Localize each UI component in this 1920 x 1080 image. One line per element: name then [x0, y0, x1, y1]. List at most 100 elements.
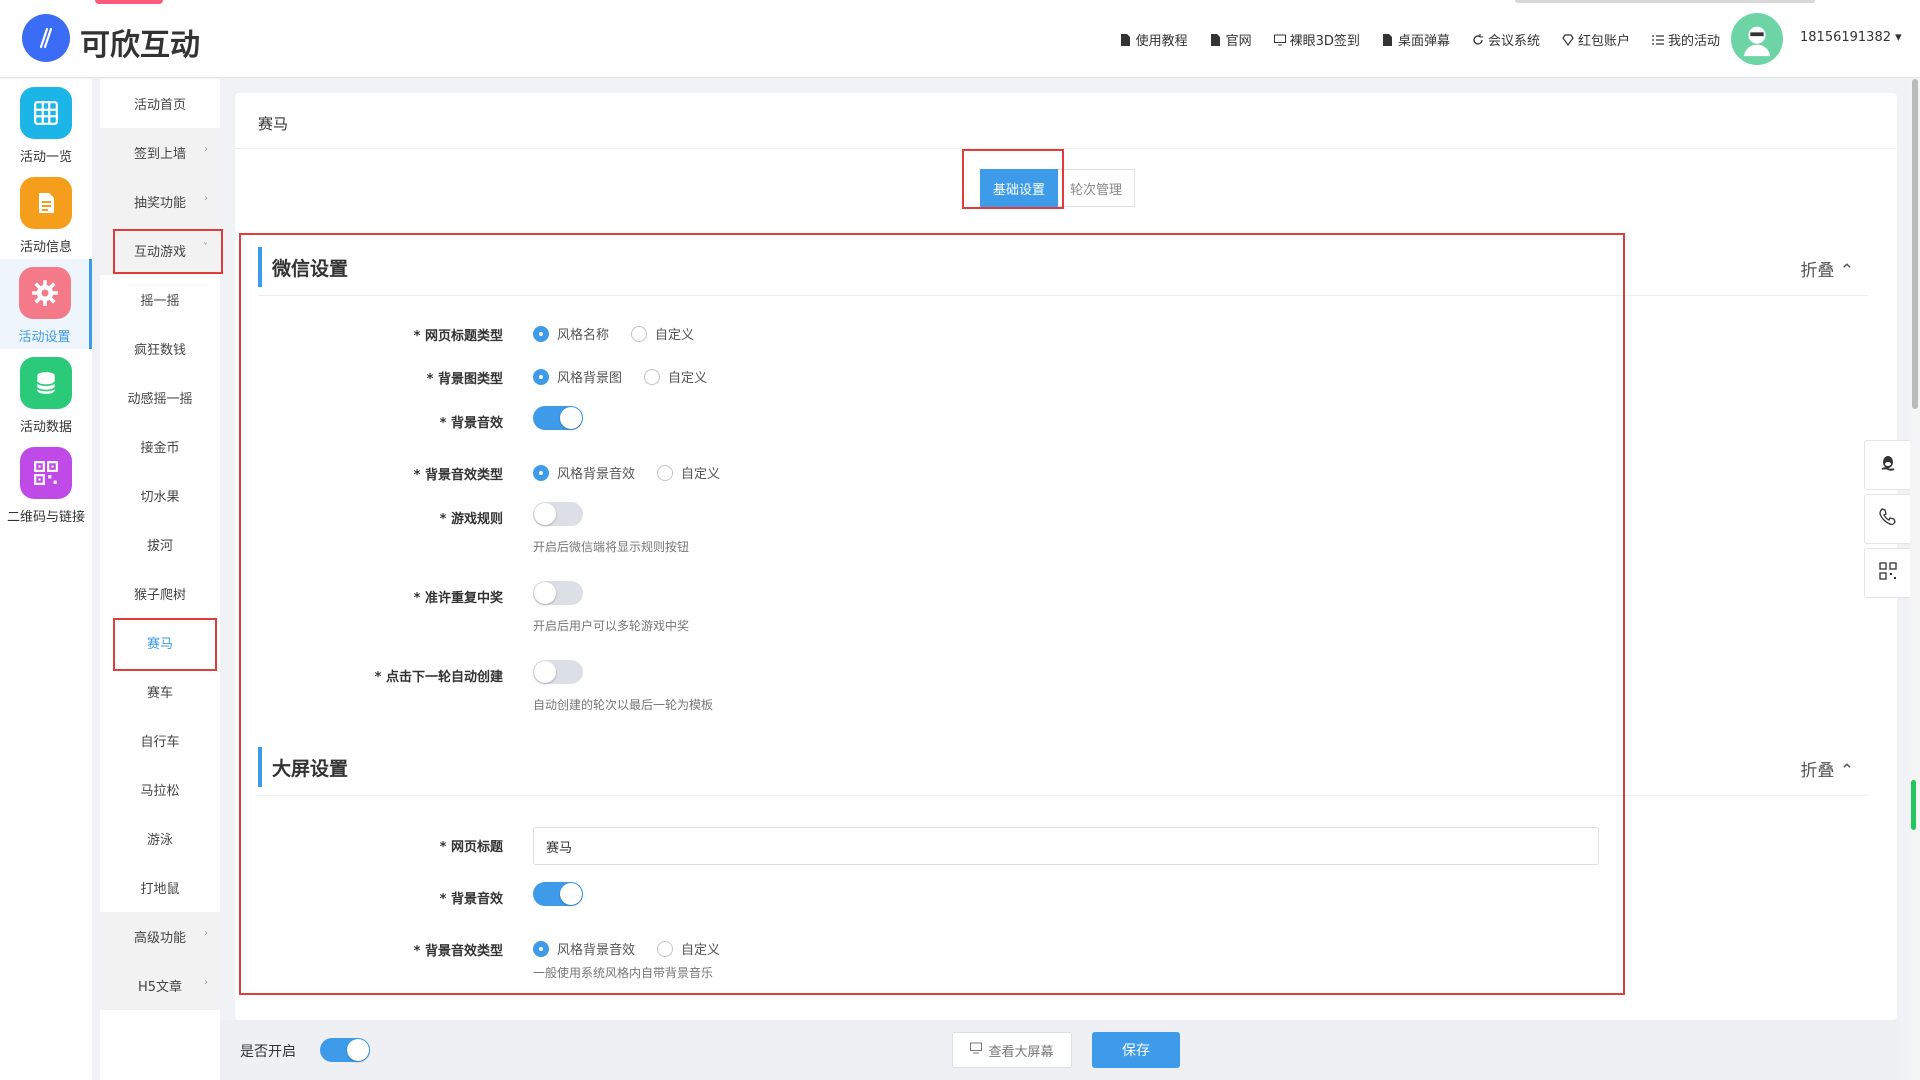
sidebar-label: 二维码与链接	[6, 510, 85, 525]
radio-custom-title[interactable]	[631, 325, 648, 342]
menu-item-dynamic-shake[interactable]: 动感摇一摇	[100, 373, 220, 422]
menu-item-catch-coins[interactable]: 接金币	[100, 422, 220, 471]
nav-redpacket[interactable]: 红包账户	[1562, 30, 1630, 49]
divider	[258, 795, 1868, 796]
username-dropdown[interactable]: 18156191382 ▾	[1800, 30, 1902, 45]
highlight-box-games	[113, 229, 223, 274]
fold-toggle[interactable]: 折叠 ⌃	[1800, 756, 1854, 781]
page-scrollbar[interactable]	[1910, 79, 1920, 1080]
game-rules-toggle[interactable]	[533, 502, 583, 526]
radio-screen-custom-sound[interactable]	[657, 940, 674, 957]
section-title: 微信设置	[272, 258, 349, 280]
screen-bg-sound-toggle[interactable]	[533, 882, 583, 906]
highlight-box-settings	[239, 233, 1625, 995]
radio-style-bg[interactable]	[533, 368, 549, 385]
monitor-icon	[1273, 34, 1286, 46]
menu-label: 摇一摇	[140, 294, 180, 309]
menu-group-signin-wall[interactable]: 签到上墙 ›	[100, 128, 220, 177]
fold-toggle[interactable]: 折叠 ⌃	[1800, 256, 1854, 281]
floating-toolbar	[1864, 440, 1912, 602]
sidebar-label: 活动一览	[19, 150, 72, 165]
menu-item-marathon[interactable]: 马拉松	[100, 765, 220, 814]
menu-group-advanced[interactable]: 高级功能 ›	[100, 912, 220, 961]
chevron-up-icon: ⌃	[1839, 261, 1854, 281]
logo-text[interactable]: 可欣互动	[80, 20, 200, 64]
menu-item-shake[interactable]: 摇一摇	[100, 275, 220, 324]
radio-custom-sound[interactable]	[657, 464, 674, 481]
nav-redpacket-label: 红包账户	[1577, 34, 1630, 49]
field-hint: 自动创建的轮次以最后一轮为模板	[533, 698, 714, 712]
document-icon	[1120, 33, 1131, 46]
refresh-icon	[1472, 33, 1483, 46]
qrcode-button[interactable]	[1864, 548, 1912, 598]
qq-support-button[interactable]	[1864, 440, 1912, 490]
menu-item-activity-home[interactable]: 活动首页	[100, 79, 220, 128]
enable-toggle[interactable]	[320, 1038, 370, 1062]
menu-item-swimming[interactable]: 游泳	[100, 814, 220, 863]
nav-danmaku[interactable]: 桌面弹幕	[1382, 30, 1450, 49]
wechat-settings-header: 微信设置 折叠 ⌃	[258, 247, 1868, 287]
qrcode-icon	[1878, 561, 1898, 585]
menu-label: 赛车	[146, 686, 173, 701]
view-big-screen-button[interactable]: 查看大屏幕	[952, 1032, 1072, 1068]
sidebar-item-activity-info[interactable]: 活动信息	[0, 177, 92, 259]
radio-style-name[interactable]	[533, 325, 549, 342]
radio-style-sound[interactable]	[533, 464, 549, 481]
chevron-up-icon: ⌃	[1839, 761, 1854, 781]
sidebar-item-activity-overview[interactable]: 活动一览	[0, 87, 92, 169]
field-label: * 背景音效	[439, 416, 503, 431]
section-title: 大屏设置	[272, 758, 349, 780]
menu-group-h5-articles[interactable]: H5文章 ›	[100, 961, 220, 1010]
radio-label: 自定义	[655, 328, 695, 343]
fold-label: 折叠	[1800, 761, 1835, 781]
phone-support-button[interactable]	[1864, 494, 1912, 544]
menu-item-bicycle[interactable]: 自行车	[100, 716, 220, 765]
field-label: * 网页标题类型	[413, 329, 503, 344]
radio-custom-bg[interactable]	[644, 368, 661, 385]
menu-item-count-money[interactable]: 疯狂数钱	[100, 324, 220, 373]
nav-tutorial[interactable]: 使用教程	[1120, 30, 1188, 49]
chevron-right-icon: ›	[204, 193, 208, 204]
divider	[258, 295, 1868, 296]
menu-label: 马拉松	[140, 784, 180, 799]
repeat-win-toggle[interactable]	[533, 581, 583, 605]
enable-label: 是否开启	[240, 1044, 296, 1060]
radio-screen-style-sound[interactable]	[533, 940, 549, 957]
document-icon	[20, 177, 72, 229]
menu-item-car-race[interactable]: 赛车	[100, 667, 220, 716]
page-title-input[interactable]: 赛马	[533, 827, 1599, 865]
menu-item-monkey-climb[interactable]: 猴子爬树	[100, 569, 220, 618]
header-accent-bar	[1515, 0, 1815, 3]
menu-group-lottery[interactable]: 抽奖功能 ›	[100, 177, 220, 226]
tab-round-management[interactable]: 轮次管理	[1058, 169, 1136, 207]
nav-meeting[interactable]: 会议系统	[1472, 30, 1540, 49]
nav-my-activities[interactable]: 我的活动	[1651, 30, 1720, 49]
save-button[interactable]: 保存	[1092, 1032, 1180, 1068]
fold-label: 折叠	[1800, 261, 1835, 281]
nav-website[interactable]: 官网	[1210, 30, 1252, 49]
avatar[interactable]	[1731, 13, 1783, 65]
bottom-action-bar: 是否开启 查看大屏幕 保存	[220, 1020, 1900, 1080]
scrollbar-thumb[interactable]	[1912, 79, 1918, 409]
menu-label: 猴子爬树	[133, 588, 186, 603]
sidebar-item-activity-settings[interactable]: 活动设置	[0, 259, 92, 349]
divider	[235, 148, 1897, 149]
auto-create-toggle[interactable]	[533, 660, 583, 684]
field-label: * 游戏规则	[439, 512, 503, 527]
menu-item-fruit-ninja[interactable]: 切水果	[100, 471, 220, 520]
menu-label: H5文章	[137, 980, 183, 995]
bg-sound-toggle[interactable]	[533, 406, 583, 430]
database-icon	[20, 357, 72, 409]
sidebar-item-activity-data[interactable]: 活动数据	[0, 357, 92, 439]
menu-item-whack-a-mole[interactable]: 打地鼠	[100, 863, 220, 912]
logo-icon[interactable]	[22, 14, 70, 62]
field-label: * 准许重复中奖	[413, 591, 503, 606]
nav-3d-signin[interactable]: 裸眼3D签到	[1273, 30, 1360, 49]
nav-tutorial-label: 使用教程	[1135, 34, 1188, 49]
radio-label: 风格背景图	[557, 371, 623, 386]
sidebar-item-qrcode[interactable]: 二维码与链接	[0, 447, 92, 529]
chevron-right-icon: ›	[204, 928, 208, 939]
menu-item-tug-of-war[interactable]: 拔河	[100, 520, 220, 569]
radio-label: 风格名称	[557, 328, 610, 343]
menu-label: 打地鼠	[140, 882, 180, 897]
